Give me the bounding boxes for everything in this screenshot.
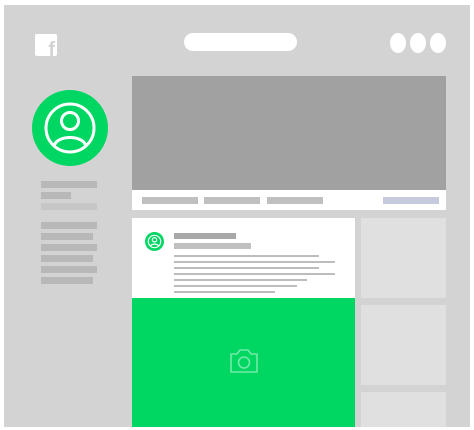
- profile-tab[interactable]: [142, 197, 198, 204]
- sidebar-card[interactable]: [361, 218, 446, 298]
- user-icon: [147, 234, 162, 249]
- post-media[interactable]: [132, 298, 355, 427]
- facebook-icon[interactable]: f: [35, 34, 57, 56]
- sidebar-item[interactable]: [41, 255, 93, 262]
- profile-name-placeholder: [41, 181, 97, 188]
- cover-photo: [132, 76, 446, 190]
- browser-window: f: [4, 5, 470, 427]
- post-text-line: [174, 261, 335, 263]
- sidebar-item[interactable]: [41, 277, 93, 284]
- sidebar-item[interactable]: [41, 266, 97, 273]
- window-dot-icon[interactable]: [390, 33, 406, 53]
- post-text-line: [174, 255, 319, 257]
- post-avatar[interactable]: [145, 232, 164, 251]
- post-meta-placeholder: [174, 243, 251, 249]
- sidebar-item[interactable]: [41, 244, 97, 251]
- post-text-line: [174, 285, 297, 287]
- user-icon: [44, 102, 96, 154]
- sidebar-card[interactable]: [361, 392, 446, 427]
- profile-detail-placeholder: [41, 203, 97, 210]
- facebook-logo-letter: f: [48, 39, 55, 56]
- profile-avatar[interactable]: [32, 90, 108, 166]
- post-text-line: [174, 273, 335, 275]
- sidebar-item[interactable]: [41, 233, 93, 240]
- sidebar-card[interactable]: [361, 305, 446, 385]
- window-dot-icon[interactable]: [430, 33, 446, 53]
- profile-subtitle-placeholder: [41, 192, 71, 199]
- post-text-line: [174, 267, 319, 269]
- post-text-line: [174, 291, 275, 293]
- post-author-placeholder[interactable]: [174, 233, 236, 239]
- camera-icon: [230, 349, 258, 373]
- window-dot-icon[interactable]: [410, 33, 426, 53]
- profile-action-button[interactable]: [383, 197, 439, 204]
- sidebar-item[interactable]: [41, 222, 97, 229]
- post-text-line: [174, 279, 307, 281]
- profile-nav: [132, 190, 446, 210]
- address-bar[interactable]: [184, 33, 297, 51]
- profile-tab[interactable]: [204, 197, 260, 204]
- profile-tab[interactable]: [267, 197, 323, 204]
- post-card: [132, 218, 355, 298]
